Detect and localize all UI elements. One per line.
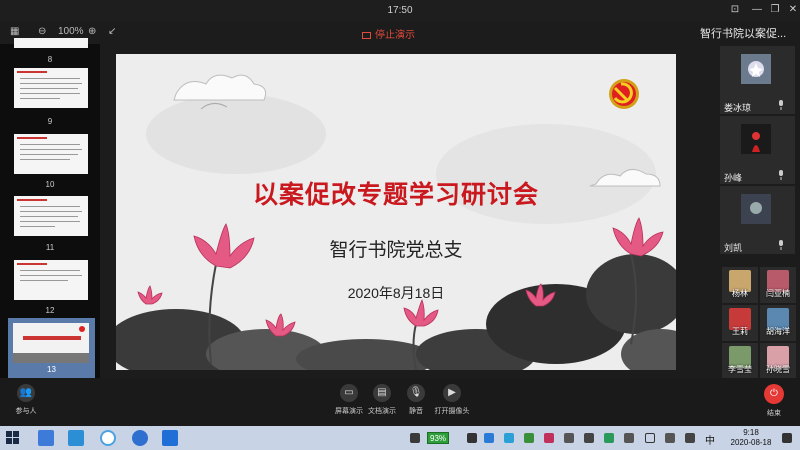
windows-start-icon[interactable] — [6, 431, 20, 445]
app-icon-1[interactable] — [38, 430, 54, 446]
avatar — [741, 124, 771, 154]
stop-share-button[interactable]: 停止演示 — [362, 26, 415, 41]
slide-thumbnail-selected[interactable]: 13 — [8, 318, 95, 378]
people-icon: 👥 — [17, 384, 35, 402]
slide-thumbnail[interactable] — [14, 134, 88, 174]
system-clock[interactable]: 9:18 2020-08-18 — [726, 428, 776, 448]
tray-icon[interactable] — [484, 433, 494, 443]
participants-label: 参与人 — [15, 408, 37, 415]
app-icon-2[interactable] — [68, 430, 84, 446]
participants-button[interactable]: 👥 参与人 — [4, 384, 48, 416]
slide-thumbnail[interactable] — [14, 68, 88, 108]
mic-icon: 🎙 — [407, 384, 425, 402]
participant-tile[interactable]: 李雪莹 — [722, 343, 758, 379]
participant-tile[interactable]: 胡海洋 — [760, 305, 796, 341]
participant-card[interactable]: 刘凯 — [720, 186, 795, 254]
mic-icon — [779, 240, 783, 250]
slide-title: 以案促改专题学习研讨会 — [252, 181, 539, 209]
title-bar: 17:50 ⊡ — ❐ ✕ — [0, 0, 800, 22]
meeting-title: 智行书院以案促... — [700, 28, 787, 40]
participant-tile[interactable]: 王莉 — [722, 305, 758, 341]
participant-tile[interactable]: 闫亚楠 — [760, 267, 796, 303]
thumbnail-number: 9 — [47, 117, 53, 126]
thumbnail-number: 10 — [45, 180, 55, 189]
stop-share-label: 停止演示 — [375, 30, 415, 41]
tray-icon[interactable] — [604, 433, 614, 443]
participant-card[interactable]: 娄冰琼 — [720, 46, 795, 114]
collapse-icon[interactable]: ↙ — [108, 26, 116, 37]
window-time: 17:50 — [387, 5, 413, 16]
zoom-in-icon[interactable]: ⊕ — [88, 26, 96, 37]
clock-time: 9:18 — [743, 428, 759, 437]
meeting-toolbar: 👥 参与人 ▭ 屏幕演示 ▤ 文档演示 🎙 静音 ▶ 打开摄像头 ⏻ 结束 — [0, 378, 800, 426]
battery-tray-icon[interactable] — [665, 433, 675, 443]
thumbnail-number: 11 — [45, 243, 55, 252]
participants-panel: 娄冰琼 孙峰 刘凯 杨林 闫亚楠 王莉 胡海洋 李雪莹 孙晓雪 — [720, 44, 800, 403]
participant-name: 刘凯 — [724, 243, 743, 253]
tray-icon[interactable] — [544, 433, 554, 443]
participant-name: 杨林 — [732, 289, 748, 298]
minimize-icon[interactable]: — — [750, 3, 764, 17]
notification-icon[interactable] — [782, 433, 792, 443]
input-language[interactable]: 中 — [705, 432, 715, 447]
slide-thumbnail[interactable] — [14, 38, 88, 48]
camera-off-icon: ▶ — [443, 384, 461, 402]
stop-share-icon — [362, 32, 371, 39]
slide-thumbnail[interactable] — [14, 260, 88, 300]
participant-name: 娄冰琼 — [724, 103, 752, 113]
avatar — [741, 194, 771, 224]
participant-name: 王莉 — [732, 327, 748, 336]
participant-tile[interactable]: 杨林 — [722, 267, 758, 303]
tray-icon[interactable] — [410, 433, 420, 443]
slide: 以案促改专题学习研讨会 智行书院党总支 2020年8月18日 — [116, 54, 676, 370]
tray-icon[interactable] — [524, 433, 534, 443]
folder-icon: ▤ — [373, 384, 391, 402]
meeting-window: 17:50 ⊡ — ❐ ✕ ▦ ⊖ 100% ⊕ ↙ 停止演示 智行书院以案促.… — [0, 0, 800, 450]
slide-subtitle: 智行书院党总支 — [329, 240, 463, 261]
participant-tile[interactable]: 孙晓雪 — [760, 343, 796, 379]
zoom-out-icon[interactable]: ⊖ — [38, 26, 46, 37]
slide-thumbnail[interactable] — [14, 196, 88, 236]
thumbnail-number: 13 — [47, 365, 56, 374]
avatar — [741, 54, 771, 84]
restore-icon[interactable]: ❐ — [768, 3, 782, 17]
participant-name: 胡海洋 — [766, 327, 790, 336]
meeting-app-icon[interactable] — [132, 430, 148, 446]
monitor-icon: ▭ — [340, 384, 358, 402]
participant-name: 闫亚楠 — [766, 289, 790, 298]
leave-label: 结束 — [767, 410, 781, 417]
camera-button[interactable]: ▶ 打开摄像头 — [430, 384, 474, 416]
phone-app-icon[interactable] — [162, 430, 178, 446]
tray-icon[interactable] — [467, 433, 477, 443]
pin-icon[interactable]: ⊡ — [728, 3, 742, 17]
browser-icon[interactable] — [100, 430, 116, 446]
slide-date: 2020年8月18日 — [347, 285, 445, 301]
participant-card[interactable]: 孙峰 — [720, 116, 795, 184]
camera-label: 打开摄像头 — [434, 408, 470, 415]
tray-icon[interactable] — [564, 433, 574, 443]
volume-icon[interactable] — [685, 433, 695, 443]
slide-decoration — [116, 74, 676, 370]
presentation-area: 以案促改专题学习研讨会 智行书院党总支 2020年8月18日 — [100, 44, 690, 378]
clock-date: 2020-08-18 — [730, 438, 772, 447]
zoom-level: 100% — [58, 26, 84, 37]
participant-name: 孙晓雪 — [766, 365, 790, 374]
thumbnail-number: 8 — [47, 55, 53, 64]
participant-name: 孙峰 — [724, 173, 743, 183]
participant-name: 李雪莹 — [728, 365, 752, 374]
mic-tray-icon[interactable] — [624, 433, 634, 443]
leave-button[interactable]: ⏻ 结束 — [752, 384, 796, 418]
grid-icon[interactable]: ▦ — [10, 26, 19, 37]
tray-icon[interactable] — [504, 433, 514, 443]
close-icon[interactable]: ✕ — [786, 3, 800, 17]
party-emblem-icon — [609, 79, 639, 109]
battery-indicator[interactable]: 93% — [427, 432, 450, 444]
mic-icon — [779, 100, 783, 110]
os-taskbar: 93% 中 9:18 2020-08-18 — [0, 426, 800, 450]
power-icon: ⏻ — [764, 384, 784, 404]
tray-icon[interactable] — [584, 433, 594, 443]
mic-icon — [779, 170, 783, 180]
thumbnail-number: 12 — [45, 306, 55, 315]
wifi-icon[interactable] — [645, 433, 655, 443]
